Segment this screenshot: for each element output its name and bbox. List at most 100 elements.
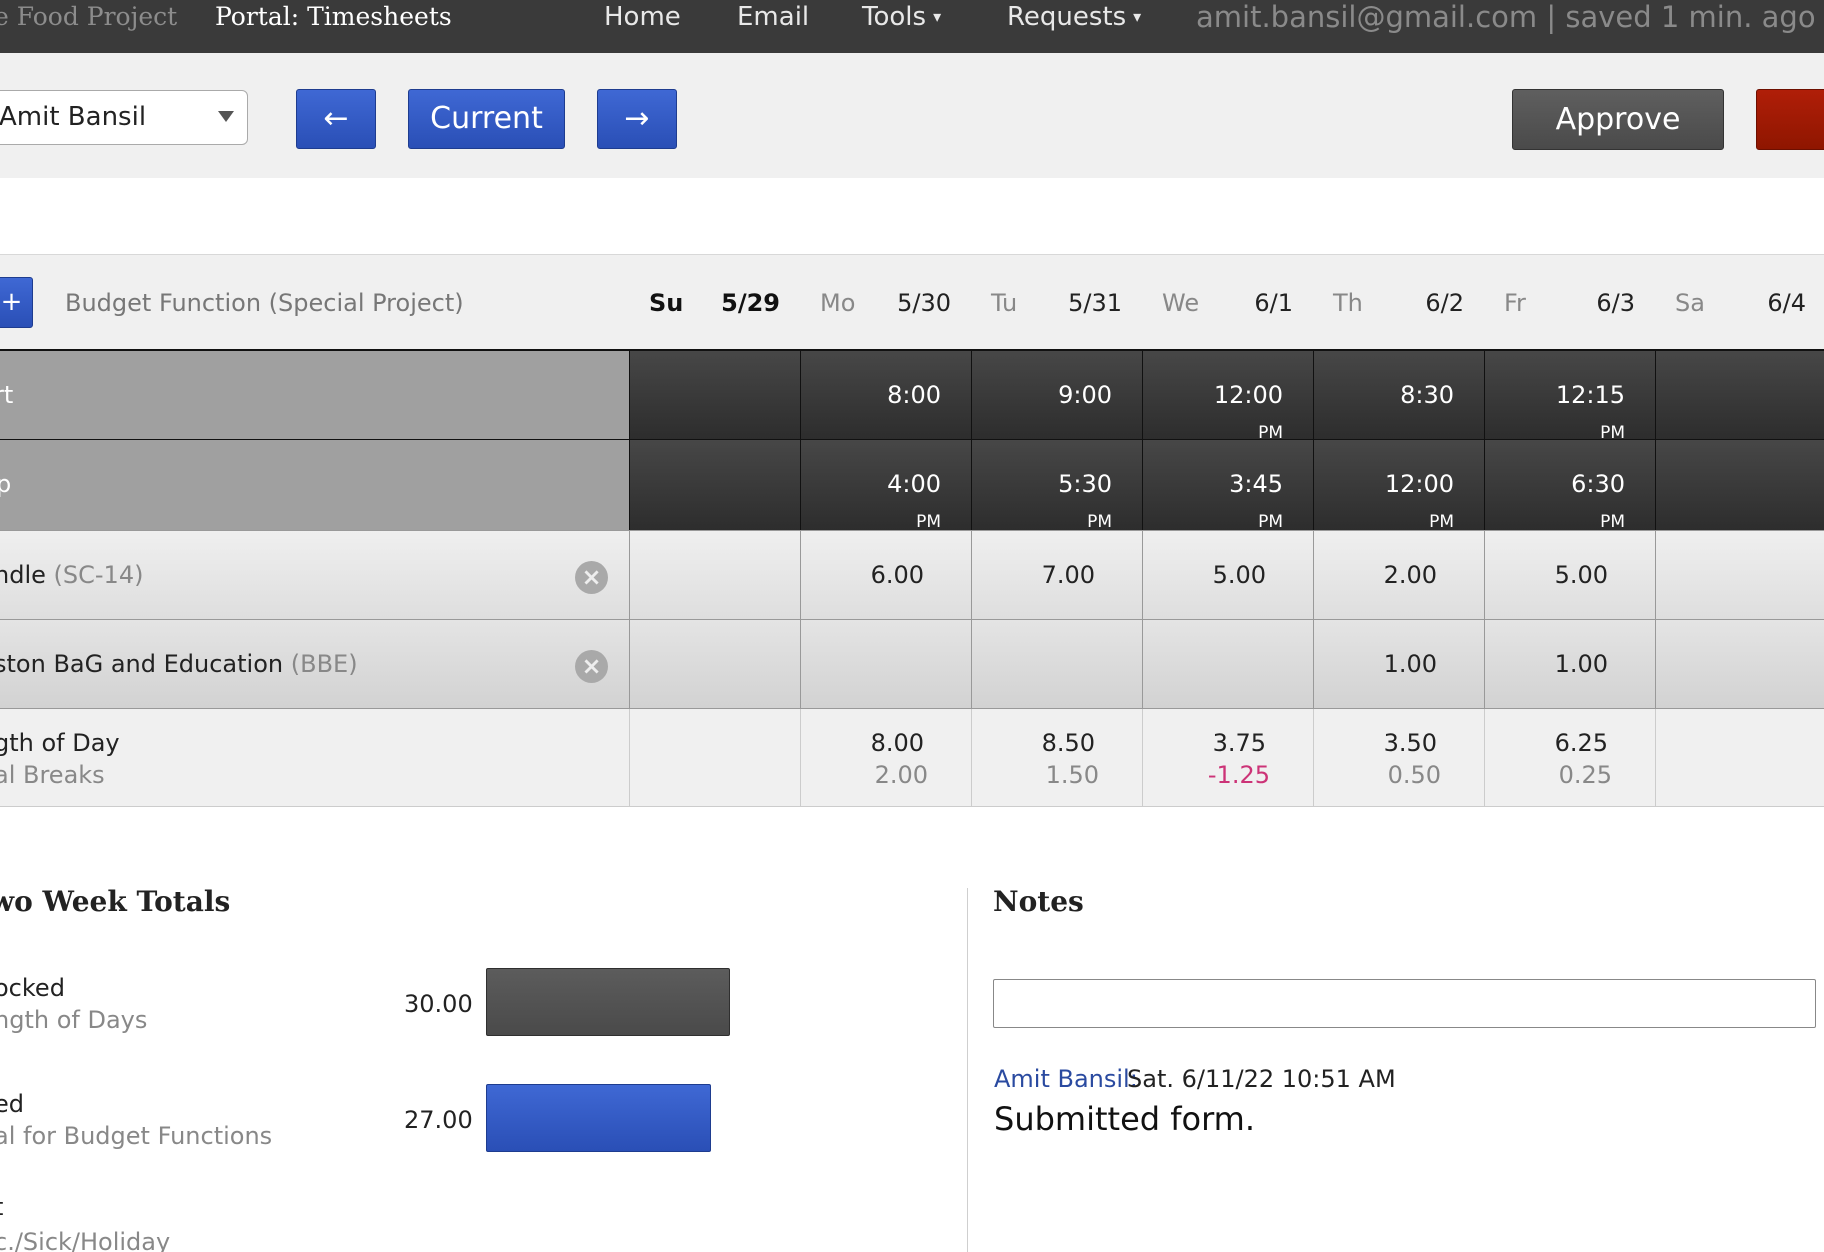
hours-cell[interactable]: 1.00 [1313,620,1484,708]
stop-time-cell[interactable] [629,440,800,530]
totals-row-sublabel: al for Budget Functions [0,1122,273,1150]
date-label: 6/3 [1596,289,1635,317]
totals-row-sublabel: ngth of Days [0,1006,148,1034]
day-label: Su [649,289,684,317]
length-of-day-label: gth of Day [0,729,120,757]
stop-time-cell[interactable]: 5:30 PM [971,440,1142,532]
totals-row-label: ocked [0,974,65,1002]
summary-cell [1655,709,1824,806]
chevron-down-icon: ▾ [933,7,942,26]
budget-function-name: ndle [0,561,46,589]
budget-function-code: (SC-14) [53,561,144,589]
nav-home[interactable]: Home [604,0,681,36]
hours-cell[interactable] [1655,620,1824,708]
budget-function-row: ston BaG and Education (BBE) × 1.00 1.00 [0,619,1824,709]
employee-select[interactable]: Amit Bansil [0,90,248,145]
start-time-cell[interactable]: 12:15 PM [1484,351,1655,443]
dropdown-arrow-icon [218,111,234,122]
budget-function-code: (BBE) [290,650,358,678]
totals-row-value: 27.00 [404,1106,473,1134]
summary-label-cell: gth of Day al Breaks [0,709,629,806]
stop-time-cell[interactable]: 4:00 PM [800,440,971,532]
save-status: amit.bansil@gmail.com | saved 1 min. ago [1196,0,1816,34]
approve-button[interactable]: Approve [1512,89,1724,150]
hours-cell[interactable]: 1.00 [1484,620,1655,708]
hours-cell[interactable]: 2.00 [1313,531,1484,619]
start-time-cell[interactable]: 9:00 [971,351,1142,439]
stop-row-label-cell: p [0,440,629,530]
budget-function-row: ndle (SC-14) × 6.00 7.00 5.00 2.00 5.00 [0,530,1824,619]
hours-cell[interactable] [629,531,800,619]
section-divider [967,888,968,1252]
hours-cell[interactable] [1655,531,1824,619]
stop-time-cell[interactable]: 12:00 PM [1313,440,1484,532]
hours-cell[interactable]: 5.00 [1142,531,1313,619]
hours-cell[interactable] [629,620,800,708]
add-budget-function-button[interactable]: + [0,277,33,328]
hours-cell[interactable]: 6.00 [800,531,971,619]
summary-cell: 3.50 0.50 [1313,709,1484,806]
day-label: Th [1333,289,1363,317]
nav-requests[interactable]: Requests ▾ [1007,0,1141,36]
totals-row-label: ed [0,1090,24,1118]
start-time-cell[interactable]: 12:00 PM [1142,351,1313,443]
note-author[interactable]: Amit Bansil: [994,1065,1138,1093]
reject-button[interactable] [1756,89,1824,150]
site-name[interactable]: e Food Project [0,0,177,36]
nav-tools[interactable]: Tools ▾ [862,0,941,36]
date-label: 6/1 [1254,289,1293,317]
portal-title[interactable]: Portal: Timesheets [215,0,452,36]
hours-cell[interactable] [1142,620,1313,708]
notes-input[interactable] [993,979,1816,1028]
breaks-label: al Breaks [0,761,105,789]
start-time-cell[interactable] [629,351,800,439]
day-label: Sa [1675,289,1705,317]
notes-heading: Notes [993,885,1084,918]
start-time-cell[interactable]: 8:30 [1313,351,1484,439]
date-label: 5/30 [897,289,951,317]
remove-icon[interactable]: × [575,561,608,594]
previous-period-button[interactable]: ← [296,89,376,149]
start-row-label: rt [0,381,14,409]
day-label: We [1162,289,1200,317]
date-label: 6/4 [1767,289,1806,317]
budget-function-name: ston BaG and Education [0,650,284,678]
note-text: Submitted form. [994,1100,1256,1138]
day-label: Mo [820,289,856,317]
budget-function-label-cell: ston BaG and Education (BBE) × [0,620,629,708]
start-time-cell[interactable] [1655,351,1824,439]
start-time-row: rt 8:00 9:00 12:00PM 8:30 12:15PM [0,349,1824,443]
date-label: 5/29 [721,289,780,317]
stop-time-cell[interactable] [1655,440,1824,530]
stop-time-cell[interactable]: 6:30 PM [1484,440,1655,532]
date-label: 6/2 [1425,289,1464,317]
summary-cell: 6.25 0.25 [1484,709,1655,806]
nav-email[interactable]: Email [737,0,809,36]
remove-icon[interactable]: × [575,650,608,683]
start-row-label-cell: rt [0,351,629,439]
grid-header: + Budget Function (Special Project) Su 5… [0,254,1824,350]
start-time-cell[interactable]: 8:00 [800,351,971,439]
day-summary-row: gth of Day al Breaks 8.00 2.00 8.50 1.50 3… [0,709,1824,807]
next-period-button[interactable]: → [597,89,677,149]
chevron-down-icon: ▾ [1133,7,1142,26]
hours-cell[interactable]: 5.00 [1484,531,1655,619]
timesheet-toolbar: Amit Bansil ← Current → Approve [0,53,1824,178]
hours-cell[interactable] [800,620,971,708]
stop-time-cell[interactable]: 3:45 PM [1142,440,1313,532]
clocked-hours-bar [486,968,730,1036]
top-nav-bar: e Food Project Portal: Timesheets Home E… [0,0,1824,53]
totals-row-sublabel: c./Sick/Holiday [0,1228,171,1252]
budget-function-header: Budget Function (Special Project) [65,289,464,317]
employee-select-value: Amit Bansil [0,102,147,132]
summary-cell: 8.00 2.00 [800,709,971,806]
summary-cell: 3.75 -1.25 [1142,709,1313,806]
day-label: Tu [991,289,1018,317]
note-timestamp: Sat. 6/11/22 10:51 AM [1127,1065,1396,1093]
day-label: Fr [1504,289,1526,317]
hours-cell[interactable]: 7.00 [971,531,1142,619]
budgeted-hours-bar [486,1084,711,1152]
stop-time-row: p 4:00 PM 5:30 PM 3:45 PM 12:00 PM 6:30 PM [0,439,1824,532]
current-period-button[interactable]: Current [408,89,565,149]
hours-cell[interactable] [971,620,1142,708]
